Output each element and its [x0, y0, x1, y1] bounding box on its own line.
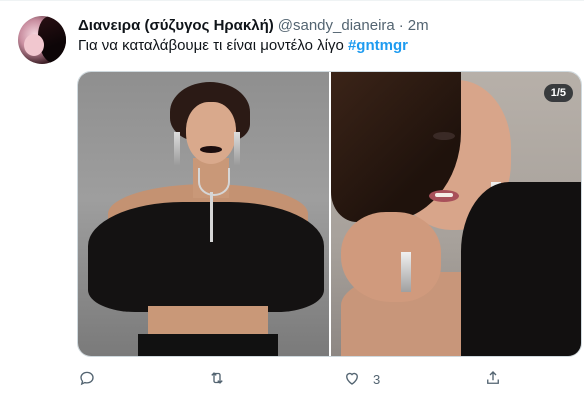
like-count: 3	[373, 371, 381, 387]
tweet-card[interactable]: Διανειρα (σύζυγος Ηρακλή) @sandy_dianeir…	[0, 0, 584, 401]
avatar[interactable]	[18, 16, 66, 64]
divider	[0, 0, 584, 1]
media-gallery[interactable]: 1/5	[77, 71, 582, 357]
share-button[interactable]	[484, 366, 502, 392]
timestamp[interactable]: 2m	[408, 17, 429, 34]
photo-2[interactable]: 1/5	[331, 72, 581, 356]
tweet-actions: 3	[78, 366, 508, 392]
tweet-body: Για να καταλάβουμε τι είναι μοντέλο λίγο	[78, 37, 344, 54]
reply-bubble-icon	[78, 369, 96, 390]
share-icon	[484, 369, 502, 390]
retweet-icon	[208, 369, 226, 390]
photo-1[interactable]	[78, 72, 329, 356]
hashtag-link[interactable]: #gntmgr	[348, 37, 408, 54]
user-handle[interactable]: @sandy_dianeira	[278, 17, 395, 34]
media-counter-badge: 1/5	[543, 84, 573, 102]
retweet-button[interactable]	[208, 366, 226, 392]
display-name[interactable]: Διανειρα (σύζυγος Ηρακλή)	[78, 17, 274, 34]
tweet-text: Για να καταλάβουμε τι είναι μοντέλο λίγο…	[78, 36, 408, 56]
reply-button[interactable]	[78, 366, 96, 392]
separator-dot: ·	[398, 16, 404, 34]
like-button[interactable]: 3	[343, 366, 380, 392]
heart-icon	[343, 369, 361, 390]
tweet-header: Διανειρα (σύζυγος Ηρακλή) @sandy_dianeir…	[78, 15, 429, 35]
